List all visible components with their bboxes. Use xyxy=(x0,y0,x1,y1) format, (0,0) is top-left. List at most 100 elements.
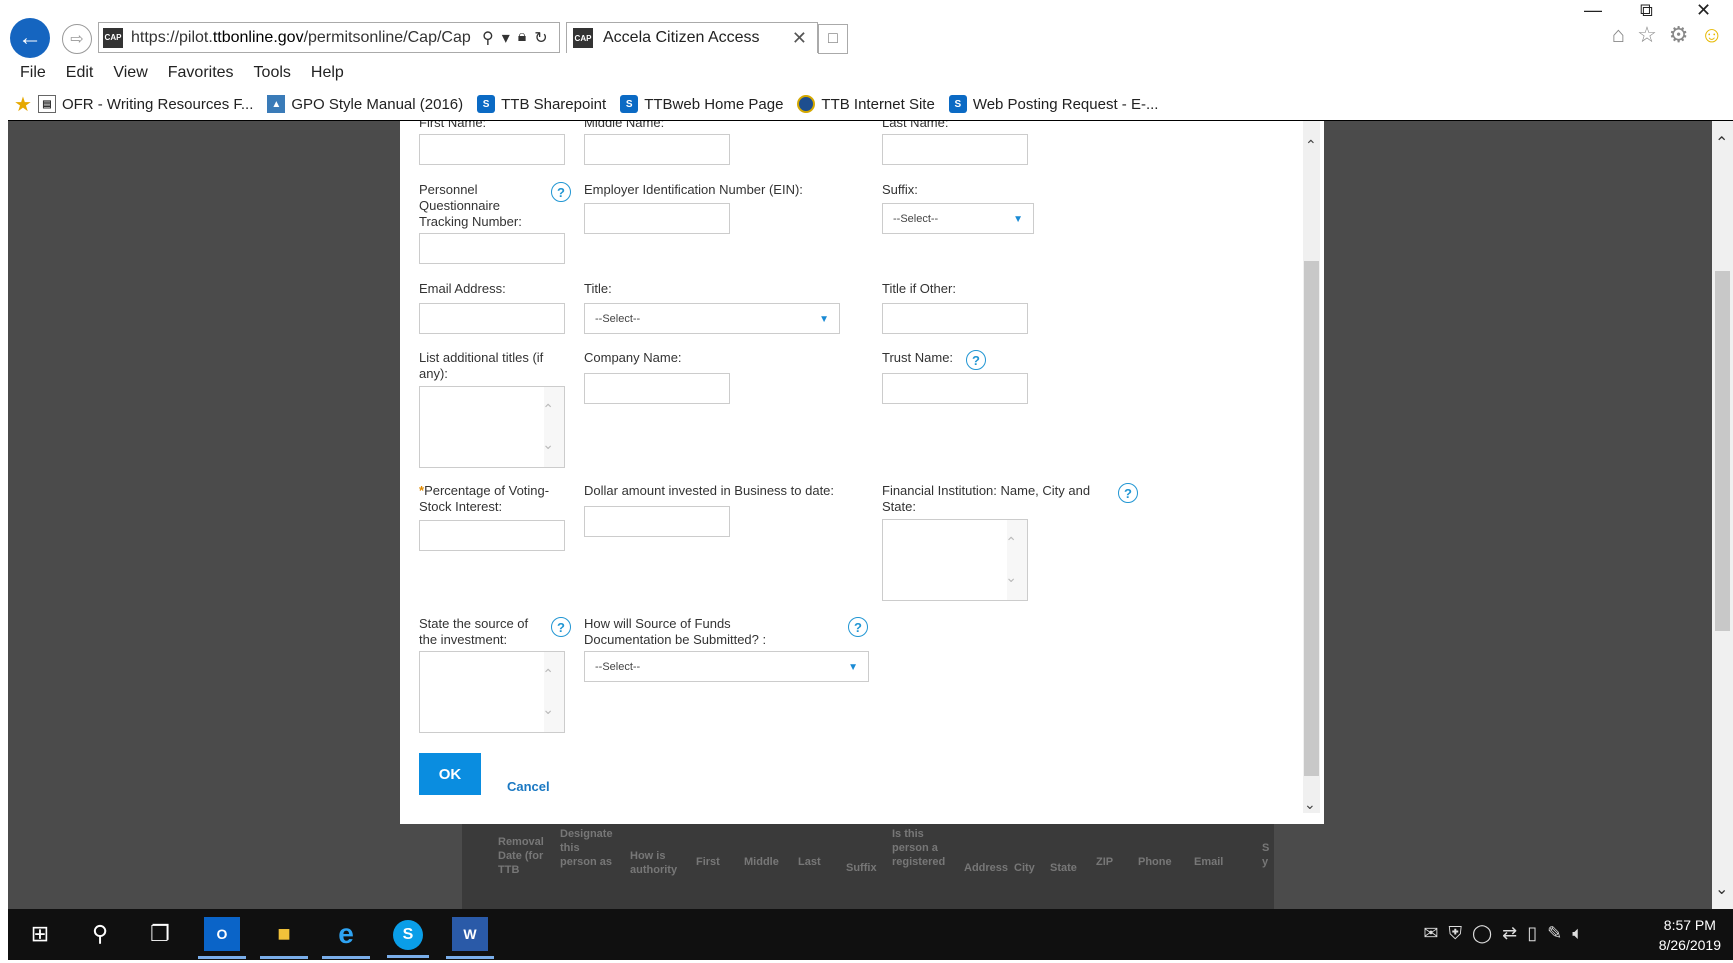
home-icon[interactable]: ⌂ xyxy=(1612,22,1625,48)
middle-name-input[interactable] xyxy=(584,134,730,165)
outlook-tray-icon[interactable]: ✉ xyxy=(1423,923,1438,944)
cancel-link[interactable]: Cancel xyxy=(507,779,550,794)
tab-title: Accela Citizen Access xyxy=(603,29,760,46)
menu-edit[interactable]: Edit xyxy=(66,64,94,82)
word-icon[interactable]: W xyxy=(446,917,494,959)
favorites-star-icon[interactable]: ☆ xyxy=(1637,22,1657,48)
notes-icon[interactable]: ✎ xyxy=(1547,923,1562,944)
close-window-icon[interactable]: ✕ xyxy=(1696,0,1711,21)
gpo-icon: ▲ xyxy=(267,95,286,113)
first-name-input[interactable] xyxy=(419,134,565,165)
refresh-icon[interactable]: ↻ xyxy=(534,28,547,48)
company-name-input[interactable] xyxy=(584,373,730,404)
mcafee-icon[interactable]: ⛨ xyxy=(1448,923,1462,944)
source-doc-help-icon[interactable]: ? xyxy=(848,617,868,637)
feedback-smiley-icon[interactable]: ☺ xyxy=(1701,22,1723,48)
dialog-scrollbar[interactable]: ⌃ ⌄ xyxy=(1303,121,1320,813)
menu-view[interactable]: View xyxy=(113,64,147,82)
chevron-down-icon[interactable]: ⌄ xyxy=(542,701,554,718)
textarea-scrollbar[interactable] xyxy=(544,387,564,467)
search-icon[interactable]: ⚲ xyxy=(82,917,118,951)
back-arrow-icon: ← xyxy=(18,24,42,51)
page-scrollbar[interactable]: ⌃ ⌄ xyxy=(1712,121,1733,909)
title-select[interactable]: --Select-- ▼ xyxy=(584,303,840,334)
financial-institution-textarea[interactable]: ⌃ ⌄ xyxy=(882,519,1028,601)
ok-button[interactable]: OK xyxy=(419,753,481,795)
additional-titles-label: List additional titles (if any): xyxy=(419,350,544,381)
usb-icon[interactable]: ▯ xyxy=(1527,923,1537,944)
skype-tray-icon[interactable]: ◯ xyxy=(1472,923,1492,944)
favorite-ofr[interactable]: ▤ OFR - Writing Resources F... xyxy=(37,95,253,113)
file-explorer-icon[interactable]: ■ xyxy=(260,917,308,959)
title-other-input[interactable] xyxy=(882,303,1028,334)
voting-stock-input[interactable] xyxy=(419,520,565,551)
minimize-icon[interactable]: — xyxy=(1584,0,1602,21)
page-scrollbar-thumb[interactable] xyxy=(1715,271,1730,631)
title-other-label: Title if Other: xyxy=(882,281,956,296)
network-share-icon[interactable]: ⇄ xyxy=(1502,923,1517,944)
restore-icon[interactable]: ⧉ xyxy=(1640,0,1653,21)
windows-start-icon[interactable]: ⊞ xyxy=(22,917,58,951)
dollar-invested-input[interactable] xyxy=(584,506,730,537)
textarea-scrollbar[interactable] xyxy=(544,652,564,732)
url-text[interactable]: https://pilot.ttbonline.gov/permitsonlin… xyxy=(131,29,476,47)
investment-source-label: State the source of the investment: xyxy=(419,616,529,647)
pq-tracking-input[interactable] xyxy=(419,233,565,264)
financial-institution-help-icon[interactable]: ? xyxy=(1118,483,1138,503)
chevron-up-icon[interactable]: ⌃ xyxy=(542,666,554,683)
forward-button[interactable]: ⇨ xyxy=(62,24,92,54)
close-tab-icon[interactable]: ✕ xyxy=(792,28,807,49)
additional-titles-textarea[interactable]: ⌃ ⌄ xyxy=(419,386,565,468)
textarea-scrollbar[interactable] xyxy=(1007,520,1027,600)
chevron-down-icon[interactable]: ⌄ xyxy=(542,436,554,453)
volume-icon[interactable]: 🔈︎ xyxy=(1572,923,1583,944)
address-bar[interactable]: CAP https://pilot.ttbonline.gov/permitso… xyxy=(98,22,560,53)
search-icon[interactable]: ⚲ xyxy=(482,28,494,48)
investment-source-help-icon[interactable]: ? xyxy=(551,617,571,637)
suffix-select[interactable]: --Select-- ▼ xyxy=(882,203,1034,234)
windows-taskbar: ⊞ ⚲ ❐ O ■ e S W ✉ ⛨ ◯ ⇄ ▯ ✎ 🔈︎ 8:57 PM 8… xyxy=(8,909,1733,960)
pq-tracking-help-icon[interactable]: ? xyxy=(551,182,571,202)
lock-icon[interactable]: 🔒︎ xyxy=(518,28,527,48)
ein-input[interactable] xyxy=(584,203,730,234)
favorite-ttbweb-home[interactable]: S TTBweb Home Page xyxy=(620,95,783,113)
menu-favorites[interactable]: Favorites xyxy=(168,64,234,82)
trust-name-input[interactable] xyxy=(882,373,1028,404)
outlook-icon[interactable]: O xyxy=(198,917,246,959)
new-tab-button[interactable]: □ xyxy=(818,24,848,54)
table-header: S y xyxy=(1262,842,1270,868)
investment-source-textarea[interactable]: ⌃ ⌄ xyxy=(419,651,565,733)
scroll-down-icon[interactable]: ⌄ xyxy=(1715,879,1728,899)
scroll-up-icon[interactable]: ⌃ xyxy=(1715,133,1728,153)
scroll-down-icon[interactable]: ⌄ xyxy=(1304,796,1316,813)
favorite-ttb-internet[interactable]: TTB Internet Site xyxy=(797,95,935,113)
internet-explorer-icon[interactable]: e xyxy=(322,917,370,959)
task-view-icon[interactable]: ❐ xyxy=(142,917,178,951)
source-doc-select[interactable]: --Select-- ▼ xyxy=(584,651,869,682)
menu-tools[interactable]: Tools xyxy=(254,64,291,82)
favorite-gpo[interactable]: ▲ GPO Style Manual (2016) xyxy=(267,95,463,113)
scroll-up-icon[interactable]: ⌃ xyxy=(1305,137,1317,154)
chevron-up-icon[interactable]: ⌃ xyxy=(542,401,554,418)
skype-icon[interactable]: S xyxy=(387,920,429,958)
system-clock[interactable]: 8:57 PM 8/26/2019 xyxy=(1659,915,1721,955)
menu-help[interactable]: Help xyxy=(311,64,344,82)
favorite-ttb-sharepoint[interactable]: S TTB Sharepoint xyxy=(477,95,606,113)
favorites-add-icon[interactable]: ★ xyxy=(14,92,32,117)
chevron-up-icon[interactable]: ⌃ xyxy=(1005,534,1017,551)
gear-icon[interactable]: ⚙ xyxy=(1669,22,1689,48)
last-name-input[interactable] xyxy=(882,134,1028,165)
email-input[interactable] xyxy=(419,303,565,334)
dialog-scrollbar-thumb[interactable] xyxy=(1304,261,1319,776)
chevron-down-icon[interactable]: ⌄ xyxy=(1005,569,1017,586)
back-button[interactable]: ← xyxy=(10,18,50,58)
favorite-label: TTB Sharepoint xyxy=(501,95,607,113)
url-domain: ttbonline.gov xyxy=(212,28,304,46)
trust-name-help-icon[interactable]: ? xyxy=(966,350,986,370)
dropdown-icon[interactable]: ▾ xyxy=(502,28,510,48)
table-header: Address xyxy=(964,862,1009,874)
menu-file[interactable]: File xyxy=(20,64,46,82)
favorite-web-posting[interactable]: S Web Posting Request - E-... xyxy=(948,95,1158,113)
new-tab-icon: □ xyxy=(828,30,838,47)
browser-tab[interactable]: CAP Accela Citizen Access ✕ xyxy=(566,22,818,53)
